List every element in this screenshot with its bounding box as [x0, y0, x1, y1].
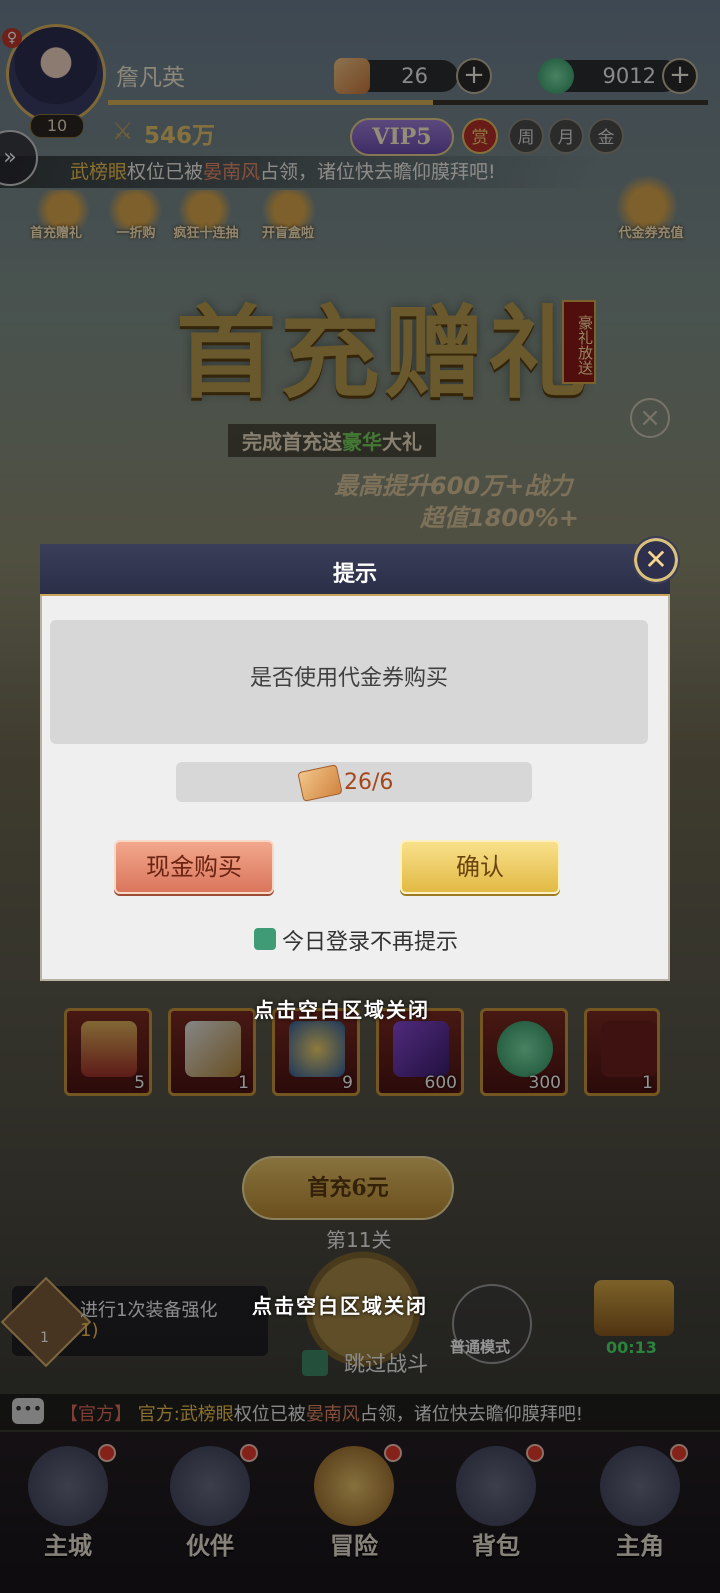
close-hint-secondary: 点击空白区域关闭: [252, 1294, 428, 1318]
cash-purchase-button[interactable]: 现金购买: [114, 840, 274, 894]
dont-remind-label[interactable]: 今日登录不再提示: [282, 924, 458, 956]
dont-remind-checkbox[interactable]: [254, 928, 276, 950]
dialog-title: 提示: [332, 562, 377, 587]
close-hint: 点击空白区域关闭: [254, 998, 430, 1022]
close-icon[interactable]: ✕: [632, 536, 680, 584]
coupon-cost: 26/6: [344, 770, 394, 795]
dialog-message: 是否使用代金券购买: [249, 666, 448, 691]
confirm-button[interactable]: 确认: [400, 840, 560, 894]
